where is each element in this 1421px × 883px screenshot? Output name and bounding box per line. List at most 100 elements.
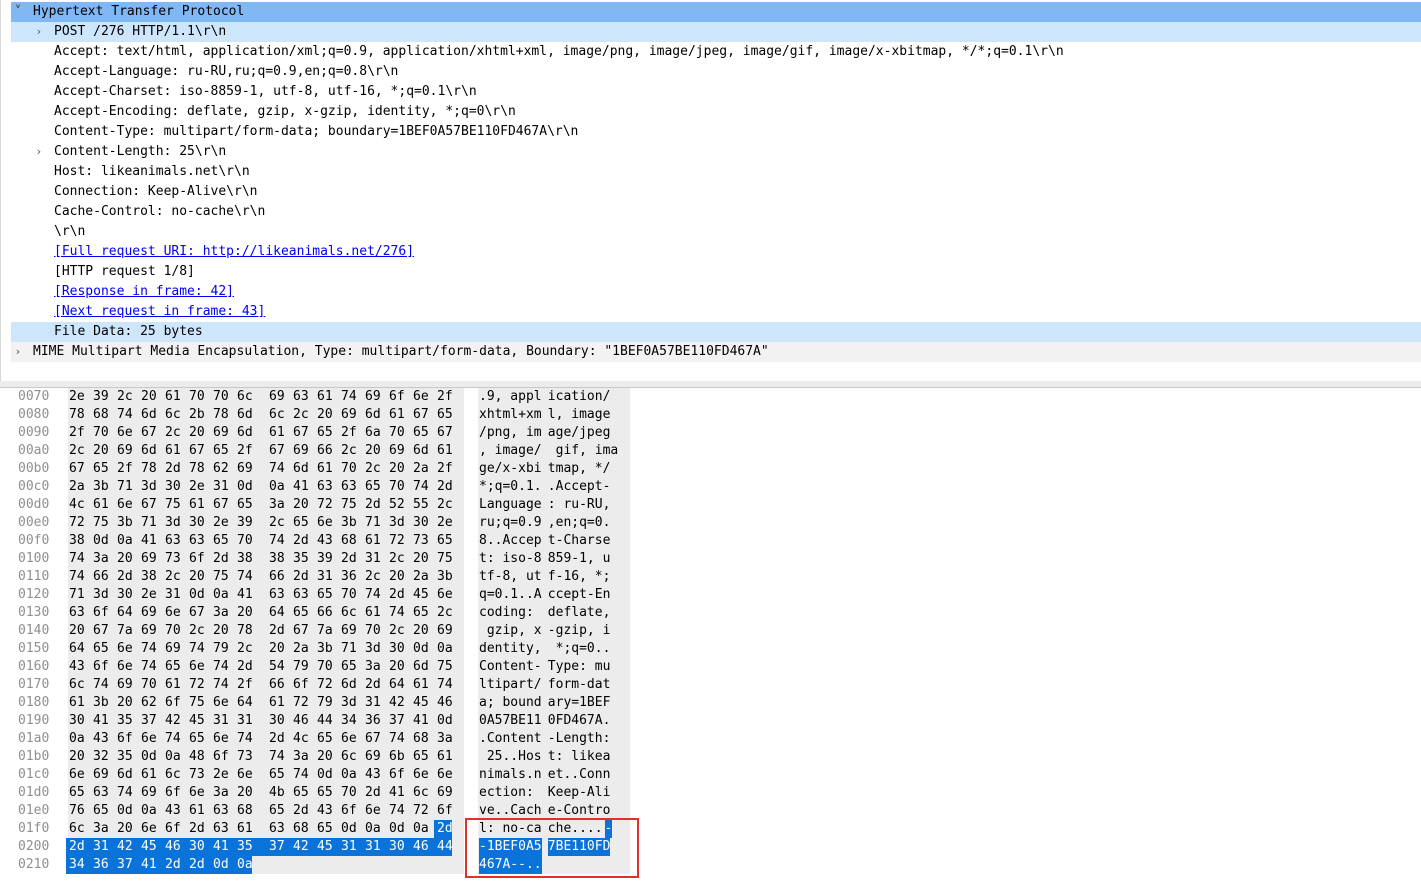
hex-byte[interactable]: 69	[114, 676, 138, 694]
hex-byte[interactable]: 74	[186, 640, 210, 658]
hex-byte[interactable]: 2d	[186, 856, 210, 874]
hex-byte[interactable]: 0d	[386, 820, 410, 838]
hex-byte[interactable]: 61	[410, 676, 434, 694]
hex-byte[interactable]: 63	[210, 820, 234, 838]
hex-byte[interactable]: 0d	[314, 766, 338, 784]
hex-byte[interactable]: 70	[386, 478, 410, 496]
hex-byte[interactable]: 65	[210, 532, 234, 550]
hex-byte[interactable]: 75	[434, 658, 458, 676]
hex-byte[interactable]: 73	[162, 550, 186, 568]
hex-byte[interactable]: 0a	[210, 586, 234, 604]
hex-byte[interactable]: 30	[186, 838, 210, 856]
tree-row[interactable]: File Data: 25 bytes	[11, 322, 1421, 342]
hex-byte[interactable]: 6f	[434, 802, 458, 820]
ascii-text[interactable]: form-dat	[548, 676, 611, 694]
hex-byte[interactable]: 7a	[314, 622, 338, 640]
hex-byte[interactable]: 69	[138, 604, 162, 622]
hex-byte[interactable]: 6e	[162, 604, 186, 622]
ascii-text[interactable]: .Content	[479, 730, 542, 748]
hex-byte[interactable]: 6e	[410, 766, 434, 784]
tree-row[interactable]: Accept: text/html, application/xml;q=0.9…	[11, 42, 1421, 62]
hex-byte[interactable]: 3a	[290, 748, 314, 766]
hex-byte[interactable]: 65	[162, 658, 186, 676]
ascii-text[interactable]: et..Conn	[548, 766, 611, 784]
hex-byte[interactable]: 6e	[338, 730, 362, 748]
hex-byte[interactable]: 31	[90, 838, 114, 856]
hex-byte[interactable]: 65	[290, 604, 314, 622]
hex-byte[interactable]: 70	[138, 676, 162, 694]
tree-row[interactable]: Cache-Control: no-cache\r\n	[11, 202, 1421, 222]
hex-byte[interactable]: 67	[410, 406, 434, 424]
hex-byte[interactable]: 6d	[362, 406, 386, 424]
hex-byte[interactable]: 72	[410, 802, 434, 820]
hex-byte[interactable]: 70	[338, 460, 362, 478]
hex-byte[interactable]: 0d	[234, 478, 258, 496]
hex-byte[interactable]: 43	[90, 730, 114, 748]
hex-byte[interactable]: 2c	[290, 406, 314, 424]
hex-row[interactable]: 0070 2e 39 2c 20 61 70 70 6c 69 63 61 74 69 6f 6e 2f .9, …	[10, 388, 1421, 406]
hex-byte[interactable]: 37	[386, 712, 410, 730]
hex-byte[interactable]: 2e	[210, 514, 234, 532]
ascii-text[interactable]: l, image	[548, 406, 611, 424]
hex-byte[interactable]: 0a	[234, 856, 253, 874]
hex-byte[interactable]: 20	[138, 388, 162, 406]
hex-byte[interactable]: 6c	[410, 784, 434, 802]
hex-byte[interactable]: 2d	[386, 586, 410, 604]
hex-byte[interactable]: 70	[210, 388, 234, 406]
hex-byte[interactable]: 62	[138, 694, 162, 712]
hex-byte[interactable]: 69	[338, 622, 362, 640]
ascii-text[interactable]: tf-8, ut	[479, 568, 542, 586]
hex-byte[interactable]: 2d	[434, 820, 453, 838]
hex-byte[interactable]: 65	[314, 820, 338, 838]
hex-row[interactable]: 0080 78 68 74 6d 6c 2b 78 6d 6c 2c 20 69 6d 61 67 65 xhtm…	[10, 406, 1421, 424]
hex-byte[interactable]: 6f	[338, 802, 362, 820]
hex-byte[interactable]: 0a	[410, 820, 434, 838]
hex-byte[interactable]: 2d	[434, 478, 458, 496]
hex-byte[interactable]: 70	[338, 586, 362, 604]
hex-byte[interactable]: 6d	[338, 676, 362, 694]
hex-byte[interactable]: 6e	[138, 820, 162, 838]
hex-byte[interactable]: 71	[114, 478, 138, 496]
hex-byte[interactable]: 37	[114, 856, 138, 874]
hex-byte[interactable]: 41	[290, 478, 314, 496]
hex-byte[interactable]: 69	[338, 406, 362, 424]
hex-byte[interactable]: 63	[186, 532, 210, 550]
hex-byte[interactable]: 74	[290, 766, 314, 784]
hex-byte[interactable]: 79	[210, 640, 234, 658]
hex-byte[interactable]: 31	[314, 568, 338, 586]
hex-byte[interactable]: 69	[210, 424, 234, 442]
hex-byte[interactable]: 61	[314, 388, 338, 406]
ascii-text[interactable]: f-16, *;	[548, 568, 611, 586]
hex-byte[interactable]: 63	[66, 604, 90, 622]
hex-row[interactable]: 0190 30 41 35 37 42 45 31 31 30 46 44 34 36 37 41 0d 0A57…	[10, 712, 1421, 730]
hex-byte[interactable]: 0d	[138, 748, 162, 766]
hex-byte[interactable]: 76	[66, 802, 90, 820]
hex-row[interactable]: 00c0 2a 3b 71 3d 30 2e 31 0d 0a 41 63 63 65 70 74 2d *;q=…	[10, 478, 1421, 496]
hex-byte[interactable]: 6f	[90, 604, 114, 622]
hex-byte[interactable]: 52	[386, 496, 410, 514]
hex-byte[interactable]: 0a	[114, 532, 138, 550]
hex-byte[interactable]: 6c	[266, 406, 290, 424]
hex-byte[interactable]: 61	[266, 424, 290, 442]
hex-byte[interactable]: 6c	[162, 766, 186, 784]
hex-byte[interactable]: 74	[90, 676, 114, 694]
hex-byte[interactable]: 41	[90, 712, 114, 730]
hex-byte[interactable]: 3a	[90, 820, 114, 838]
hex-byte[interactable]: 6f	[162, 820, 186, 838]
hex-byte[interactable]: 2f	[66, 424, 90, 442]
pane-splitter[interactable]	[0, 381, 1421, 388]
hex-byte[interactable]: 34	[66, 856, 90, 874]
hex-byte[interactable]: 41	[410, 712, 434, 730]
hex-byte[interactable]: 70	[234, 532, 258, 550]
hex-byte[interactable]: 6e	[114, 424, 138, 442]
hex-row[interactable]: 00e0 72 75 3b 71 3d 30 2e 39 2c 65 6e 3b 71 3d 30 2e ru;q…	[10, 514, 1421, 532]
hex-byte[interactable]: 0a	[434, 640, 458, 658]
hex-byte[interactable]: 2d	[234, 658, 258, 676]
hex-row[interactable]: 0110 74 66 2d 38 2c 20 75 74 66 2d 31 36 2c 20 2a 3b tf-8…	[10, 568, 1421, 586]
hex-byte[interactable]: 6d	[410, 658, 434, 676]
hex-row[interactable]: 01c0 6e 69 6d 61 6c 73 2e 6e 65 74 0d 0a 43 6f 6e 6e nima…	[10, 766, 1421, 784]
tree-row[interactable]: Accept-Encoding: deflate, gzip, x-gzip, …	[11, 102, 1421, 122]
hex-byte[interactable]: 61	[362, 604, 386, 622]
hex-byte[interactable]: 32	[90, 748, 114, 766]
hex-byte[interactable]: 61	[434, 442, 458, 460]
